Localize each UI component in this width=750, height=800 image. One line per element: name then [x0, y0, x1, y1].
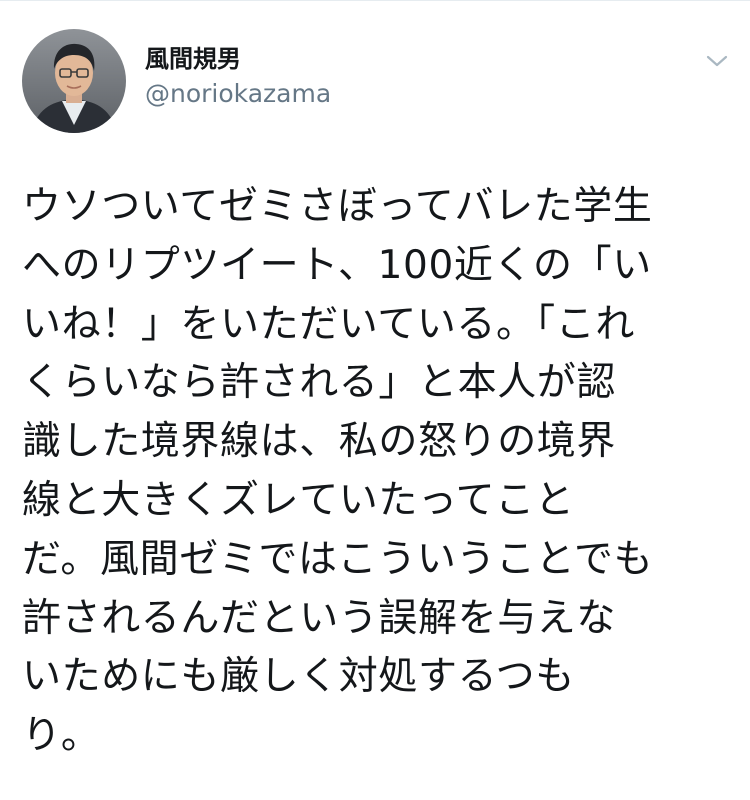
display-name[interactable]: 風間規男 — [145, 43, 331, 75]
tweet-text-line: 線と大きくズレていたってこと — [22, 477, 575, 523]
tweet-text-line: いね！」をいただいている。「これ — [22, 301, 635, 347]
profile-photo-icon — [22, 29, 126, 133]
tweet-menu-button[interactable] — [702, 49, 732, 73]
tweet-text-line: 識した境界線は、私の怒りの境界 — [22, 419, 617, 465]
tweet-text-line: だ。風間ゼミではこういうことでも — [22, 536, 654, 582]
tweet-text-line: へのリプツイート、100近くの「い — [22, 242, 652, 288]
screen-name[interactable]: @noriokazama — [145, 77, 331, 111]
avatar[interactable] — [22, 29, 126, 133]
tweet-text-line: くらいなら許される」と本人が認 — [22, 360, 617, 406]
tweet-text-line: ウソついてゼミさぼってバレた学生 — [22, 184, 653, 229]
tweet-text-line: り。 — [22, 713, 101, 759]
tweet-text: ウソついてゼミさぼってバレた学生 へのリプツイート、100近くの「い いね！」を… — [22, 178, 732, 766]
chevron-down-icon — [706, 55, 728, 67]
tweet-text-line: 許されるんだという誤解を与えな — [22, 595, 617, 641]
tweet-header: 風間規男 @noriokazama — [22, 27, 732, 133]
user-block: 風間規男 @noriokazama — [145, 43, 331, 111]
tweet-text-line: いためにも厳しく対処するつも — [22, 654, 575, 700]
top-divider — [0, 0, 750, 1]
